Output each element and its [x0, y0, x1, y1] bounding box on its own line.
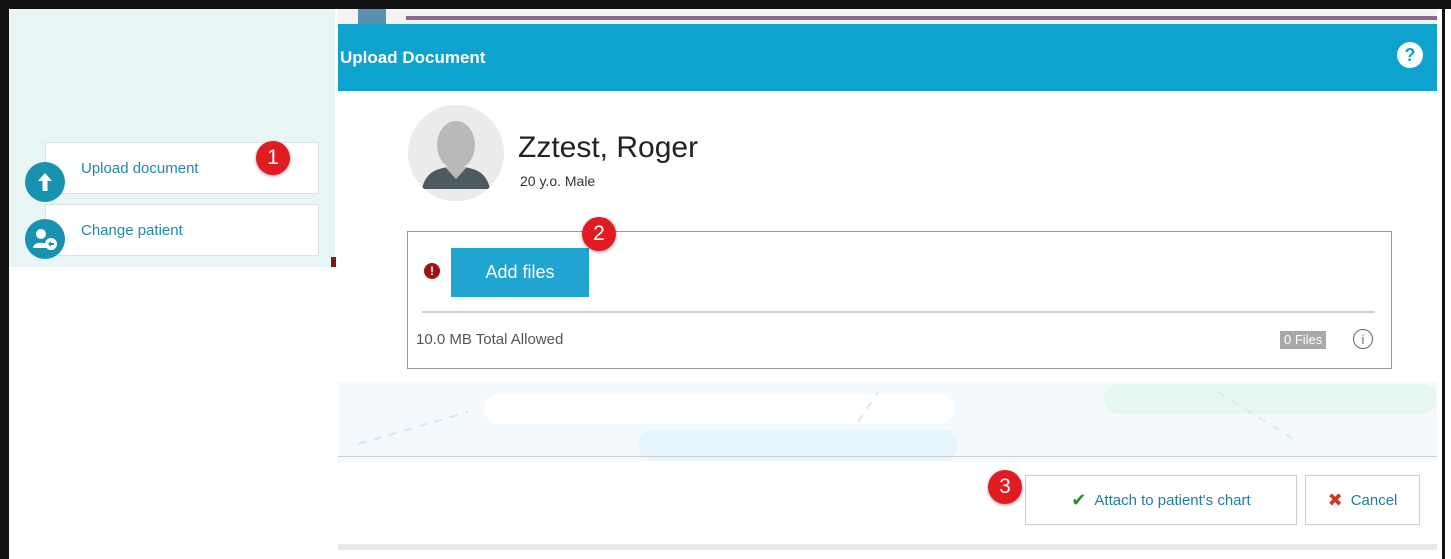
- sidebar-panel: Upload document Change patient: [9, 9, 335, 267]
- add-files-label: Add files: [485, 262, 555, 282]
- attach-label: Attach to patient's chart: [1094, 491, 1251, 509]
- attach-to-chart-button[interactable]: ✔ Attach to patient's chart: [1025, 475, 1297, 525]
- patient-age-sex: 20 y.o. Male: [520, 173, 596, 189]
- user-swap-icon[interactable]: [25, 219, 65, 259]
- x-icon: ✖: [1327, 489, 1343, 510]
- help-glyph: ?: [1404, 44, 1416, 65]
- info-glyph: i: [1361, 331, 1365, 347]
- callout-badge-3: 3: [988, 470, 1022, 504]
- cancel-button[interactable]: ✖ Cancel: [1305, 475, 1420, 525]
- background-app-bar: [406, 16, 1437, 20]
- user-silhouette-icon: [408, 105, 504, 201]
- footer-divider: [338, 456, 1437, 457]
- info-circle-icon[interactable]: i: [1353, 329, 1373, 349]
- total-allowed-text: 10.0 MB Total Allowed: [416, 331, 564, 348]
- window-frame-right: [1442, 9, 1445, 559]
- callout-badge-2: 2: [582, 217, 616, 251]
- patient-name: Zztest, Roger: [518, 131, 699, 164]
- divider: [422, 311, 1375, 313]
- change-patient-label: Change patient: [81, 221, 183, 239]
- dialog-title: Upload Document: [340, 47, 486, 67]
- window-frame-left: [0, 0, 9, 559]
- change-patient-button[interactable]: Change patient: [45, 204, 319, 256]
- dialog-bottom-edge: [338, 544, 1437, 550]
- cancel-label: Cancel: [1350, 491, 1398, 509]
- upload-document-dialog: Upload Document ? Zztest, Roger 20 y.o. …: [338, 9, 1437, 550]
- add-files-button[interactable]: Add files: [451, 248, 589, 297]
- exclamation-circle-icon: !: [424, 263, 440, 279]
- arrow-up-circle-icon[interactable]: [25, 162, 65, 202]
- background-app-tab: [358, 9, 386, 24]
- decorative-background: [338, 382, 1437, 462]
- upload-document-label: Upload document: [81, 159, 199, 177]
- window-frame-top: [0, 0, 1451, 9]
- file-drop-area[interactable]: ! Add files 10.0 MB Total Allowed 0 File…: [407, 231, 1392, 369]
- warning-glyph: !: [430, 264, 434, 278]
- decorative-marker: [331, 257, 336, 267]
- callout-badge-1: 1: [256, 141, 290, 175]
- dialog-header: Upload Document: [338, 24, 1437, 91]
- checkmark-icon: ✔: [1071, 489, 1087, 510]
- question-circle-icon[interactable]: ?: [1397, 42, 1423, 68]
- files-count-badge: 0 Files: [1280, 331, 1327, 349]
